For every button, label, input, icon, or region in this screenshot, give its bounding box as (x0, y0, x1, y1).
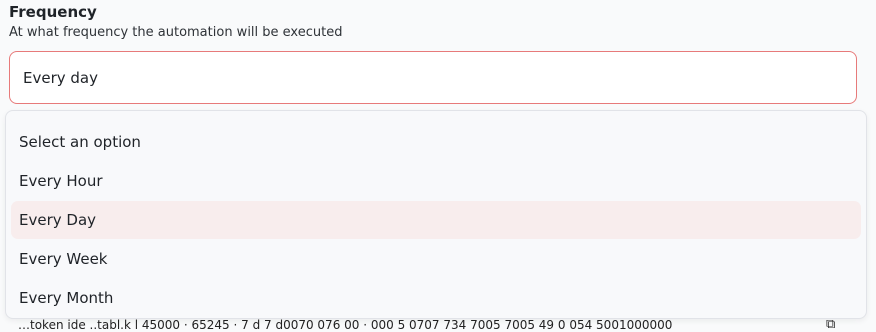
frequency-select-value: Every day (23, 68, 98, 87)
frequency-label: Frequency (9, 3, 97, 21)
option-select-an-option[interactable]: Select an option (11, 123, 861, 161)
frequency-select[interactable]: Every day (9, 51, 857, 104)
option-label: Every Month (19, 289, 114, 307)
option-every-month[interactable]: Every Month (11, 279, 861, 317)
option-label: Every Hour (19, 172, 103, 190)
option-label: Every Day (19, 211, 97, 229)
option-every-day[interactable]: Every Day (11, 201, 861, 239)
option-every-hour[interactable]: Every Hour (11, 162, 861, 200)
option-label: Every Week (19, 250, 108, 268)
option-label: Select an option (19, 133, 141, 151)
frequency-help-text: At what frequency the automation will be… (9, 25, 343, 40)
frequency-dropdown-menu: Select an option Every Hour Every Day Ev… (5, 110, 867, 319)
option-every-week[interactable]: Every Week (11, 240, 861, 278)
